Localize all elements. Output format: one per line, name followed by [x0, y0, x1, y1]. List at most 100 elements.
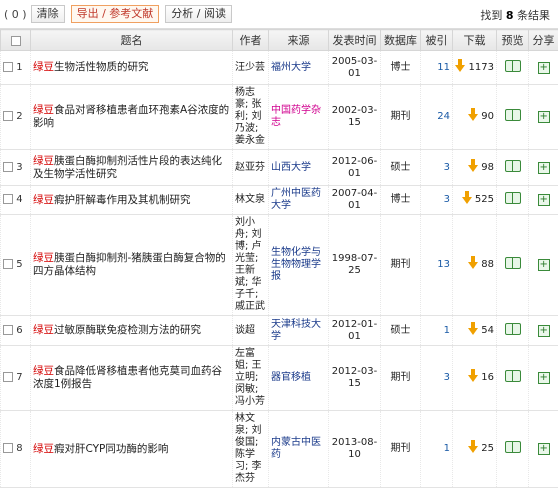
- share-cell[interactable]: +: [529, 411, 558, 488]
- header-database[interactable]: 数据库: [381, 30, 421, 51]
- title-cell[interactable]: 绿豆生物活性物质的研究: [31, 51, 233, 85]
- download-icon[interactable]: [468, 114, 478, 121]
- author-cell[interactable]: 谈超: [233, 316, 269, 346]
- share-cell[interactable]: +: [529, 186, 558, 215]
- plus-share-icon[interactable]: +: [538, 111, 550, 123]
- plus-share-icon[interactable]: +: [538, 259, 550, 271]
- book-preview-icon[interactable]: [505, 323, 521, 335]
- row-checkbox[interactable]: [3, 62, 13, 72]
- row-checkbox[interactable]: [3, 194, 13, 204]
- title-cell[interactable]: 绿豆胰蛋白酶抑制剂-猪胰蛋白酶复合物的四方晶体结构: [31, 215, 233, 316]
- cited-cell[interactable]: 11: [421, 51, 453, 85]
- cited-count[interactable]: 3: [444, 194, 450, 205]
- author-cell[interactable]: 刘小舟; 刘博; 卢光莹; 王新斌; 华子千; 戚正武: [233, 215, 269, 316]
- download-cell[interactable]: 88: [453, 215, 497, 316]
- share-cell[interactable]: +: [529, 215, 558, 316]
- download-cell[interactable]: 1173: [453, 51, 497, 85]
- cited-count[interactable]: 13: [437, 259, 450, 270]
- book-preview-icon[interactable]: [505, 60, 521, 72]
- preview-cell[interactable]: [497, 316, 529, 346]
- book-preview-icon[interactable]: [505, 257, 521, 269]
- cited-count[interactable]: 1: [444, 325, 450, 336]
- author-cell[interactable]: 林文泉; 刘俊国; 陈学习; 李杰芬: [233, 411, 269, 488]
- download-icon[interactable]: [462, 197, 472, 204]
- title-cell[interactable]: 绿豆胰蛋白酶抑制剂活性片段的表达纯化及生物学活性研究: [31, 150, 233, 186]
- row-checkbox[interactable]: [3, 443, 13, 453]
- download-icon[interactable]: [455, 65, 465, 72]
- source-cell[interactable]: 内蒙古中医药: [269, 411, 329, 488]
- download-icon[interactable]: [468, 328, 478, 335]
- preview-cell[interactable]: [497, 150, 529, 186]
- preview-cell[interactable]: [497, 85, 529, 150]
- analyze-button[interactable]: 分析 / 阅读: [165, 5, 232, 23]
- title-cell[interactable]: 绿豆食品降低肾移植患者他克莫司血药谷浓度1例报告: [31, 346, 233, 411]
- download-icon[interactable]: [468, 375, 478, 382]
- title-highlight[interactable]: 绿豆: [33, 443, 54, 455]
- share-cell[interactable]: +: [529, 150, 558, 186]
- cited-cell[interactable]: 13: [421, 215, 453, 316]
- plus-share-icon[interactable]: +: [538, 443, 550, 455]
- source-cell[interactable]: 山西大学: [269, 150, 329, 186]
- book-preview-icon[interactable]: [505, 192, 521, 204]
- title-cell[interactable]: 绿豆过敏原酶联免疫检测方法的研究: [31, 316, 233, 346]
- download-icon[interactable]: [468, 262, 478, 269]
- source-cell[interactable]: 福州大学: [269, 51, 329, 85]
- row-checkbox[interactable]: [3, 162, 13, 172]
- download-cell[interactable]: 16: [453, 346, 497, 411]
- book-preview-icon[interactable]: [505, 109, 521, 121]
- source-cell[interactable]: 天津科技大学: [269, 316, 329, 346]
- header-select-all[interactable]: [1, 30, 31, 51]
- header-date[interactable]: 发表时间: [329, 30, 381, 51]
- source-cell[interactable]: 器官移植: [269, 346, 329, 411]
- share-cell[interactable]: +: [529, 51, 558, 85]
- author-cell[interactable]: 左富姐; 王立明; 闵敏; 冯小芳: [233, 346, 269, 411]
- share-cell[interactable]: +: [529, 346, 558, 411]
- cited-cell[interactable]: 24: [421, 85, 453, 150]
- title-link[interactable]: 瘕对肝CYP同功酶的影响: [54, 443, 168, 455]
- header-source[interactable]: 来源: [269, 30, 329, 51]
- cited-count[interactable]: 3: [444, 372, 450, 383]
- title-link[interactable]: 胰蛋白酶抑制剂活性片段的表达纯化及生物学活性研究: [33, 155, 222, 180]
- author-cell[interactable]: 赵亚芬: [233, 150, 269, 186]
- preview-cell[interactable]: [497, 411, 529, 488]
- title-link[interactable]: 食品降低肾移植患者他克莫司血药谷浓度1例报告: [33, 365, 222, 390]
- title-highlight[interactable]: 绿豆: [33, 365, 54, 377]
- cited-cell[interactable]: 3: [421, 186, 453, 215]
- title-cell[interactable]: 绿豆瘕护肝解毒作用及其机制研究: [31, 186, 233, 215]
- cited-cell[interactable]: 1: [421, 316, 453, 346]
- preview-cell[interactable]: [497, 346, 529, 411]
- title-link[interactable]: 胰蛋白酶抑制剂-猪胰蛋白酶复合物的四方晶体结构: [33, 252, 226, 277]
- cited-count[interactable]: 3: [444, 162, 450, 173]
- title-link[interactable]: 瘕护肝解毒作用及其机制研究: [54, 194, 191, 206]
- download-icon[interactable]: [468, 165, 478, 172]
- plus-share-icon[interactable]: +: [538, 194, 550, 206]
- cited-cell[interactable]: 1: [421, 411, 453, 488]
- book-preview-icon[interactable]: [505, 370, 521, 382]
- author-cell[interactable]: 林文泉: [233, 186, 269, 215]
- title-cell[interactable]: 绿豆瘕对肝CYP同功酶的影响: [31, 411, 233, 488]
- title-highlight[interactable]: 绿豆: [33, 61, 54, 73]
- plus-share-icon[interactable]: +: [538, 372, 550, 384]
- share-cell[interactable]: +: [529, 85, 558, 150]
- book-preview-icon[interactable]: [505, 160, 521, 172]
- title-link[interactable]: 食品对肾移植患者血环孢素A谷浓度的影响: [33, 104, 229, 129]
- download-cell[interactable]: 54: [453, 316, 497, 346]
- row-checkbox[interactable]: [3, 259, 13, 269]
- select-all-checkbox[interactable]: [11, 36, 21, 46]
- header-author[interactable]: 作者: [233, 30, 269, 51]
- title-highlight[interactable]: 绿豆: [33, 104, 54, 116]
- row-checkbox[interactable]: [3, 372, 13, 382]
- row-checkbox[interactable]: [3, 111, 13, 121]
- title-highlight[interactable]: 绿豆: [33, 194, 54, 206]
- header-download[interactable]: 下载: [453, 30, 497, 51]
- plus-share-icon[interactable]: +: [538, 62, 550, 74]
- title-cell[interactable]: 绿豆食品对肾移植患者血环孢素A谷浓度的影响: [31, 85, 233, 150]
- plus-share-icon[interactable]: +: [538, 325, 550, 337]
- download-cell[interactable]: 90: [453, 85, 497, 150]
- source-cell[interactable]: 广州中医药大学: [269, 186, 329, 215]
- header-cited[interactable]: 被引: [421, 30, 453, 51]
- cited-cell[interactable]: 3: [421, 150, 453, 186]
- preview-cell[interactable]: [497, 215, 529, 316]
- preview-cell[interactable]: [497, 51, 529, 85]
- title-link[interactable]: 过敏原酶联免疫检测方法的研究: [54, 324, 201, 336]
